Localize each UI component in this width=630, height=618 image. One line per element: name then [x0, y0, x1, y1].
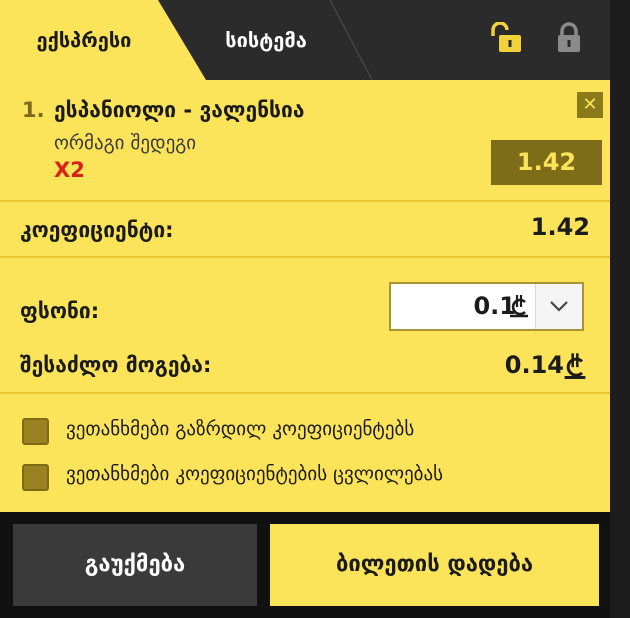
stake-dropdown-button[interactable] — [535, 284, 582, 329]
possible-win-value: 0.14 — [504, 351, 564, 379]
accept-increased-odds-label: ვეთანხმები გაზრდილ კოეფიციენტებს — [66, 418, 415, 440]
close-icon: ✕ — [582, 94, 598, 115]
locked-lock-icon[interactable] — [556, 22, 582, 54]
cancel-button[interactable]: გაუქმება — [13, 524, 257, 606]
event-number: 1. — [22, 98, 45, 122]
event-pick: X2 — [54, 158, 85, 182]
stake-input[interactable]: 0.1 — [389, 282, 584, 331]
bet-slip-panel: 1. ესპანიოლი - ვალენსია ორმაგი შედეგი X2… — [0, 80, 610, 512]
remove-event-button[interactable]: ✕ — [577, 92, 603, 118]
accept-odds-change-checkbox[interactable] — [22, 464, 49, 491]
lari-currency-icon — [510, 295, 528, 318]
possible-win-label: შესაძლო მოგება: — [20, 353, 212, 377]
tab-express[interactable]: ექსპრესი — [0, 0, 206, 80]
accept-odds-change-label: ვეთანხმები კოეფიციენტების ცვლილებას — [66, 463, 444, 485]
coefficient-label: კოეფიციენტი: — [20, 218, 174, 242]
tab-express-label: ექსპრესი — [36, 28, 132, 52]
place-bet-button[interactable]: ბილეთის დადება — [270, 524, 599, 606]
coefficient-value: 1.42 — [530, 213, 590, 241]
accept-increased-odds-checkbox[interactable] — [22, 418, 49, 445]
unlocked-lock-icon[interactable] — [490, 22, 524, 54]
bet-slip-footer: გაუქმება ბილეთის დადება — [0, 512, 610, 618]
divider — [0, 392, 610, 394]
chevron-down-icon — [550, 301, 568, 312]
divider — [0, 256, 610, 258]
stake-label: ფსონი: — [20, 299, 100, 323]
lari-currency-icon — [564, 353, 586, 380]
event-market: ორმაგი შედეგი — [54, 132, 197, 154]
tab-system[interactable]: სისტემა — [178, 0, 354, 80]
right-edge-strip — [610, 0, 630, 618]
event-odd: 1.42 — [491, 140, 602, 185]
event-title: ესპანიოლი - ვალენსია — [54, 98, 305, 122]
bet-type-tabs: ექსპრესი სისტემა — [0, 0, 610, 80]
divider — [0, 200, 610, 202]
